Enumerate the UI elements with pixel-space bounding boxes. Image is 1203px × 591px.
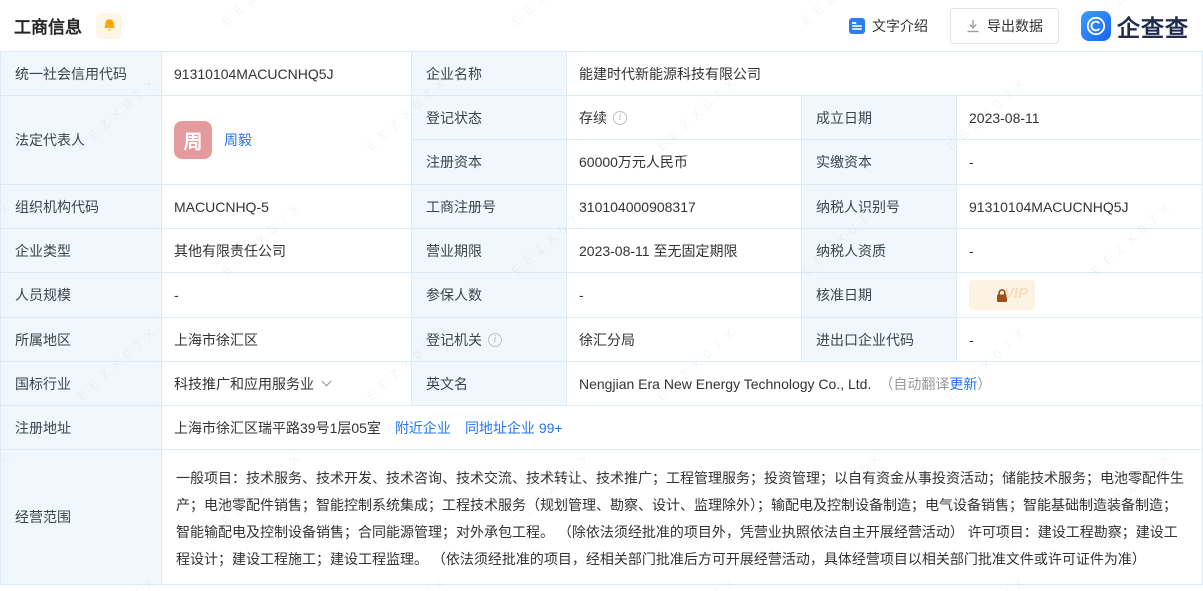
auto-translate-note: （自动翻译: [879, 374, 949, 394]
section-header: 工商信息 文字介绍 导出数据: [0, 0, 1203, 51]
reg-address-text: 上海市徐汇区瑞平路39号1层05室: [174, 418, 381, 438]
label-company-type: 企业类型: [1, 229, 162, 273]
value-legal-rep: 周 周毅: [162, 96, 412, 185]
value-approval-date: VIP: [957, 273, 1203, 318]
legal-rep-name-link[interactable]: 周毅: [224, 130, 252, 150]
label-biz-scope: 经营范围: [1, 450, 162, 585]
label-paid-capital: 实缴资本: [802, 140, 957, 185]
value-company-type: 其他有限责任公司: [162, 229, 412, 273]
value-reg-capital: 60000万元人民币: [567, 140, 802, 185]
business-info-table: 统一社会信用代码 91310104MACUCNHQ5J 企业名称 能建时代新能源…: [0, 51, 1203, 585]
value-reg-status: 存续 i: [567, 96, 802, 140]
text-intro-button[interactable]: 文字介绍: [849, 16, 928, 36]
value-biz-reg-no: 310104000908317: [567, 185, 802, 229]
business-info-page: 工商信息 文字介绍 导出数据: [0, 0, 1203, 591]
value-import-export-code: -: [957, 318, 1203, 362]
value-region: 上海市徐汇区: [162, 318, 412, 362]
label-legal-rep: 法定代表人: [1, 96, 162, 185]
label-taxpayer-qual: 纳税人资质: [802, 229, 957, 273]
auto-translate-note-close: ）: [977, 374, 991, 394]
value-taxpayer-id: 91310104MACUCNHQ5J: [957, 185, 1203, 229]
label-reg-authority: 登记机关 i: [412, 318, 567, 362]
same-address-companies-link[interactable]: 同地址企业 99+: [465, 418, 563, 438]
value-company-name: 能建时代新能源科技有限公司: [567, 52, 1203, 96]
value-taxpayer-qual: -: [957, 229, 1203, 273]
label-biz-reg-no: 工商注册号: [412, 185, 567, 229]
download-icon: [966, 19, 980, 33]
value-biz-term: 2023-08-11 至无固定期限: [567, 229, 802, 273]
label-import-export-code: 进出口企业代码: [802, 318, 957, 362]
value-staff-size: -: [162, 273, 412, 318]
lock-icon: [995, 288, 1009, 303]
value-reg-authority: 徐汇分局: [567, 318, 802, 362]
value-insured-count: -: [567, 273, 802, 318]
reg-authority-label-text: 登记机关: [426, 330, 482, 350]
export-data-button[interactable]: 导出数据: [950, 8, 1059, 44]
label-english-name: 英文名: [412, 362, 567, 406]
english-name-text: Nengjian Era New Energy Technology Co., …: [579, 376, 871, 392]
value-establish-date: 2023-08-11: [957, 96, 1203, 140]
label-insured-count: 参保人数: [412, 273, 567, 318]
label-region: 所属地区: [1, 318, 162, 362]
bell-icon[interactable]: [96, 13, 122, 39]
industry-text: 科技推广和应用服务业: [174, 374, 314, 394]
value-credit-code: 91310104MACUCNHQ5J: [162, 52, 412, 96]
label-reg-address: 注册地址: [1, 406, 162, 450]
value-industry: 科技推广和应用服务业: [162, 362, 412, 406]
label-establish-date: 成立日期: [802, 96, 957, 140]
vip-locked-value[interactable]: VIP: [969, 280, 1035, 310]
translate-update-link[interactable]: 更新: [949, 374, 977, 394]
brand-name: 企查查: [1117, 9, 1189, 43]
label-credit-code: 统一社会信用代码: [1, 52, 162, 96]
label-reg-capital: 注册资本: [412, 140, 567, 185]
text-intro-label: 文字介绍: [872, 16, 928, 36]
info-icon[interactable]: i: [613, 111, 627, 125]
label-industry: 国标行业: [1, 362, 162, 406]
label-org-code: 组织机构代码: [1, 185, 162, 229]
brand-icon: [1081, 11, 1111, 41]
info-icon[interactable]: i: [488, 333, 502, 347]
label-company-name: 企业名称: [412, 52, 567, 96]
legal-rep-avatar[interactable]: 周: [174, 121, 212, 159]
brand-logo[interactable]: 企查查: [1081, 9, 1189, 43]
value-biz-scope: 一般项目：技术服务、技术开发、技术咨询、技术交流、技术转让、技术推广；工程管理服…: [162, 450, 1203, 585]
value-english-name: Nengjian Era New Energy Technology Co., …: [567, 362, 1203, 406]
label-reg-status: 登记状态: [412, 96, 567, 140]
label-taxpayer-id: 纳税人识别号: [802, 185, 957, 229]
label-approval-date: 核准日期: [802, 273, 957, 318]
nearby-companies-link[interactable]: 附近企业: [395, 418, 451, 438]
export-data-label: 导出数据: [987, 16, 1043, 36]
value-paid-capital: -: [957, 140, 1203, 185]
page-title: 工商信息: [14, 13, 82, 38]
text-intro-icon: [849, 18, 865, 34]
reg-status-text: 存续: [579, 108, 607, 128]
chevron-down-icon[interactable]: [322, 377, 332, 387]
value-org-code: MACUCNHQ-5: [162, 185, 412, 229]
label-staff-size: 人员规模: [1, 273, 162, 318]
value-reg-address: 上海市徐汇区瑞平路39号1层05室 附近企业 同地址企业 99+: [162, 406, 1203, 450]
label-biz-term: 营业期限: [412, 229, 567, 273]
